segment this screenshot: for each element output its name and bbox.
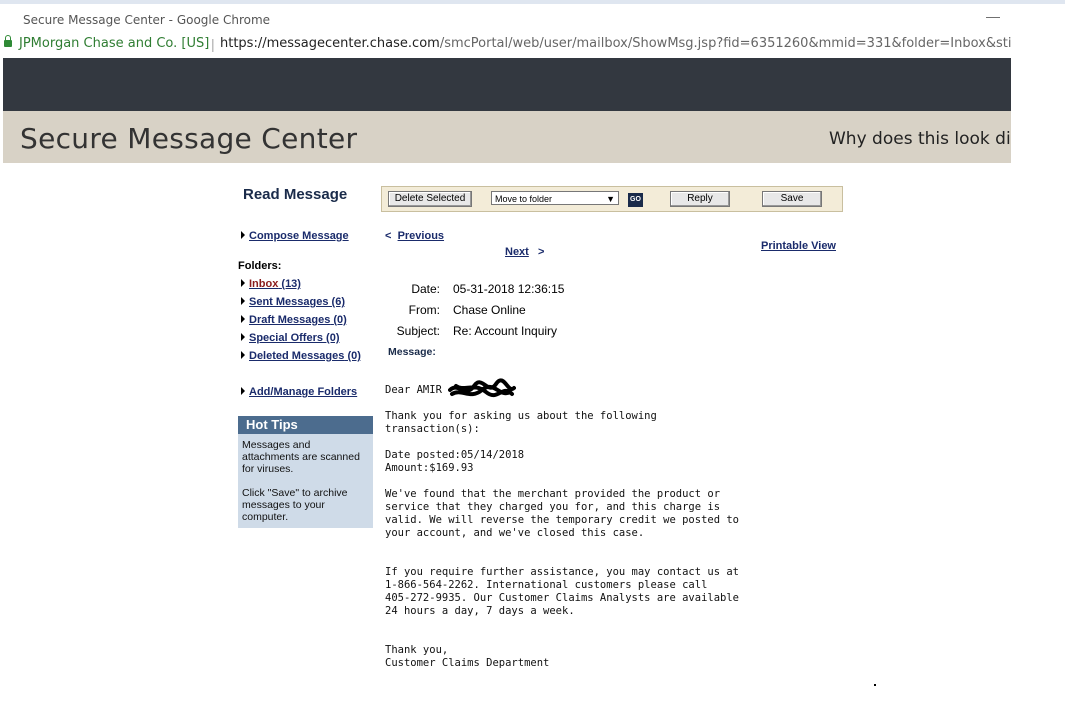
lock-icon: [4, 35, 12, 47]
triangle-right-icon: [241, 231, 245, 239]
hot-tips-body: Messages and attachments are scanned for…: [238, 434, 373, 540]
folder-draft-messages[interactable]: Draft Messages (0): [241, 314, 347, 326]
folder-count: (0): [347, 350, 361, 362]
add-manage-folders-label: Add/Manage Folders: [249, 386, 358, 398]
from-value: Chase Online: [453, 303, 526, 317]
folder-special-offers[interactable]: Special Offers (0): [241, 332, 340, 344]
page-banner: Secure Message Center Why does this look…: [3, 111, 1011, 163]
message-paragraph: If you require further assistance, you m…: [385, 566, 740, 617]
message-greeting: Dear AMIR: [385, 384, 442, 396]
page-title: Read Message: [243, 186, 348, 203]
next-arrow-icon: >: [538, 246, 545, 258]
compose-message-label: Compose Message: [249, 230, 349, 242]
banner-title: Secure Message Center: [20, 122, 358, 155]
message-paragraph: We've found that the merchant provided t…: [385, 488, 740, 539]
move-to-folder-select[interactable]: Move to folder ▼: [491, 191, 619, 205]
triangle-right-icon: [241, 387, 245, 395]
url-path: /smcPortal/web/user/mailbox/ShowMsg.jsp?…: [439, 36, 1049, 51]
add-manage-folders-link[interactable]: Add/Manage Folders: [241, 386, 357, 398]
browser-title-bar: Secure Message Center - Google Chrome —: [0, 4, 1011, 30]
printable-view-link[interactable]: Printable View: [761, 240, 836, 252]
message-toolbar: Delete Selected Move to folder ▼ GO Repl…: [381, 186, 843, 212]
window-title: Secure Message Center - Google Chrome: [23, 13, 271, 27]
site-header: [3, 58, 1011, 111]
hot-tip: Messages and attachments are scanned for…: [242, 439, 360, 475]
minimize-icon[interactable]: —: [986, 8, 1000, 24]
folder-deleted-messages[interactable]: Deleted Messages (0): [241, 350, 361, 362]
folder-name: Deleted Messages: [249, 350, 345, 362]
delete-selected-button[interactable]: Delete Selected: [388, 191, 472, 207]
url-separator: |: [211, 36, 215, 52]
save-button[interactable]: Save: [762, 191, 822, 207]
url-text[interactable]: https://messagecenter.chase.com/smcPorta…: [220, 36, 1049, 51]
triangle-right-icon: [241, 315, 245, 323]
triangle-right-icon: [241, 333, 245, 341]
folder-name: Sent Messages: [249, 296, 329, 308]
from-label: From:: [408, 303, 440, 317]
subject-value: Re: Account Inquiry: [453, 324, 558, 338]
why-different-link[interactable]: Why does this look differ: [829, 129, 1011, 149]
triangle-right-icon: [241, 297, 245, 305]
hot-tips-heading: Hot Tips: [238, 416, 373, 434]
hot-tips-panel: Hot Tips Messages and attachments are sc…: [238, 416, 373, 528]
previous-link[interactable]: < Previous: [385, 230, 444, 242]
folder-count: (0): [333, 314, 347, 326]
go-button[interactable]: GO: [628, 193, 643, 207]
folder-name: Draft Messages: [249, 314, 331, 326]
subject-label: Subject:: [396, 324, 440, 338]
window-edge: [1011, 4, 1065, 720]
folder-count: (13): [281, 278, 301, 290]
url-host: https://messagecenter.chase.com: [220, 36, 440, 51]
redaction-scribble: [448, 378, 516, 398]
triangle-right-icon: [241, 351, 245, 359]
folders-label: Folders:: [238, 260, 282, 272]
hot-tip: Click "Save" to archive messages to your…: [242, 487, 348, 523]
date-label: Date:: [411, 282, 440, 296]
previous-label: Previous: [397, 230, 445, 242]
message-signoff: Thank you, Customer Claims Department: [385, 644, 550, 669]
site-identity[interactable]: JPMorgan Chase and Co. [US]: [19, 36, 209, 51]
folder-count: (6): [331, 296, 345, 308]
folder-sent-messages[interactable]: Sent Messages (6): [241, 296, 345, 308]
message-paragraph: Thank you for asking us about the follow…: [385, 410, 657, 435]
folder-inbox[interactable]: Inbox (13): [241, 278, 301, 290]
dropdown-arrow-icon: ▼: [606, 194, 615, 204]
compose-message-link[interactable]: Compose Message: [241, 230, 349, 242]
date-value: 05-31-2018 12:36:15: [453, 282, 565, 296]
folder-count: (0): [326, 332, 340, 344]
message-label: Message:: [388, 346, 436, 358]
folder-name: Special Offers: [249, 332, 323, 344]
next-link[interactable]: Next >: [505, 246, 544, 258]
address-bar[interactable]: JPMorgan Chase and Co. [US] | https://me…: [0, 34, 1049, 56]
cursor-dot: [874, 684, 876, 686]
reply-button[interactable]: Reply: [670, 191, 730, 207]
triangle-right-icon: [241, 279, 245, 287]
message-paragraph: Date posted:05/14/2018 Amount:$169.93: [385, 449, 525, 474]
previous-arrow-icon: <: [385, 230, 392, 242]
folder-name: Inbox: [249, 278, 279, 290]
move-to-folder-value: Move to folder: [495, 194, 553, 204]
next-label: Next: [505, 246, 529, 258]
